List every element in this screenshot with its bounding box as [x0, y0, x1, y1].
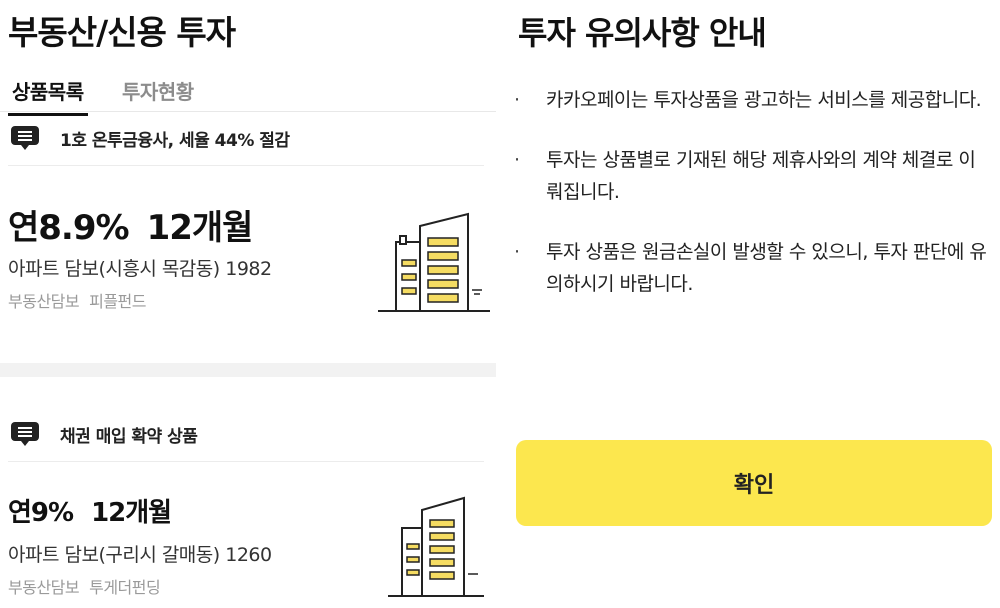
notice-item: · 투자 상품은 원금손실이 발생할 수 있으니, 투자 판단에 유의하시기 바… — [506, 236, 992, 300]
product-list-panel: 부동산/신용 투자 상품목록 투자현황 1호 온투금융사, 세율 44% 절감 … — [0, 0, 496, 608]
modal-title: 투자 유의사항 안내 — [518, 14, 767, 52]
interest-rate: 연8.9% 12개월 — [8, 200, 254, 249]
product-name: 아파트 담보(구리시 갈매동) 1260 — [8, 544, 272, 566]
notice-item: · 투자는 상품별로 기재된 해당 제휴사와의 계약 체결로 이뤄집니다. — [506, 144, 992, 208]
tab-bar: 상품목록 투자현황 — [0, 72, 496, 116]
tag-category: 부동산담보 — [8, 292, 80, 311]
tab-product-list[interactable]: 상품목록 — [8, 76, 88, 116]
building-icon — [388, 496, 484, 597]
product-notice: 채권 매입 확약 상품 — [8, 408, 484, 462]
tag-partner: 투게더펀딩 — [89, 578, 161, 597]
product-tags: 부동산담보 피플펀드 — [8, 288, 146, 312]
tab-investment-status[interactable]: 투자현황 — [122, 76, 194, 113]
tag-partner: 피플펀드 — [89, 292, 146, 311]
building-icon — [378, 212, 490, 312]
product-card[interactable]: 채권 매입 확약 상품 연9% 12개월 아파트 담보(구리시 갈매동) 1260… — [0, 408, 496, 608]
notice-text: 1호 온투금융사, 세율 44% 절감 — [60, 131, 290, 151]
bullet: · — [514, 89, 520, 111]
product-card[interactable]: 1호 온투금융사, 세율 44% 절감 연8.9% 12개월 아파트 담보(시흥시… — [0, 112, 496, 362]
confirm-button[interactable]: 확인 — [516, 440, 992, 526]
interest-rate: 연9% 12개월 — [8, 492, 172, 529]
bullet: · — [514, 149, 520, 171]
notice-list: · 카카오페이는 투자상품을 광고하는 서비스를 제공합니다. · 투자는 상품… — [506, 84, 992, 328]
product-name: 아파트 담보(시흥시 목감동) 1982 — [8, 258, 272, 280]
notice-item: · 카카오페이는 투자상품을 광고하는 서비스를 제공합니다. — [506, 84, 992, 116]
notice-text: 채권 매입 확약 상품 — [60, 427, 198, 447]
product-notice: 1호 온투금융사, 세율 44% 절감 — [8, 112, 484, 166]
term-value: 12개월 — [91, 498, 172, 528]
product-tags: 부동산담보 투게더펀딩 — [8, 574, 161, 598]
notice-item-text: 투자는 상품별로 기재된 해당 제휴사와의 계약 체결로 이뤄집니다. — [546, 149, 976, 203]
rate-value: 연9% — [8, 498, 74, 528]
message-list-icon — [11, 126, 39, 150]
message-list-icon — [11, 422, 39, 446]
tag-category: 부동산담보 — [8, 578, 80, 597]
investment-notice-modal: 투자 유의사항 안내 · 카카오페이는 투자상품을 광고하는 서비스를 제공합니… — [506, 0, 1000, 608]
bullet: · — [514, 241, 520, 263]
notice-item-text: 카카오페이는 투자상품을 광고하는 서비스를 제공합니다. — [546, 89, 982, 111]
term-value: 12개월 — [146, 208, 254, 248]
notice-item-text: 투자 상품은 원금손실이 발생할 수 있으니, 투자 판단에 유의하시기 바랍니… — [546, 241, 987, 295]
page-title: 부동산/신용 투자 — [8, 13, 236, 52]
rate-value: 연8.9% — [8, 208, 130, 248]
section-divider — [0, 363, 496, 377]
